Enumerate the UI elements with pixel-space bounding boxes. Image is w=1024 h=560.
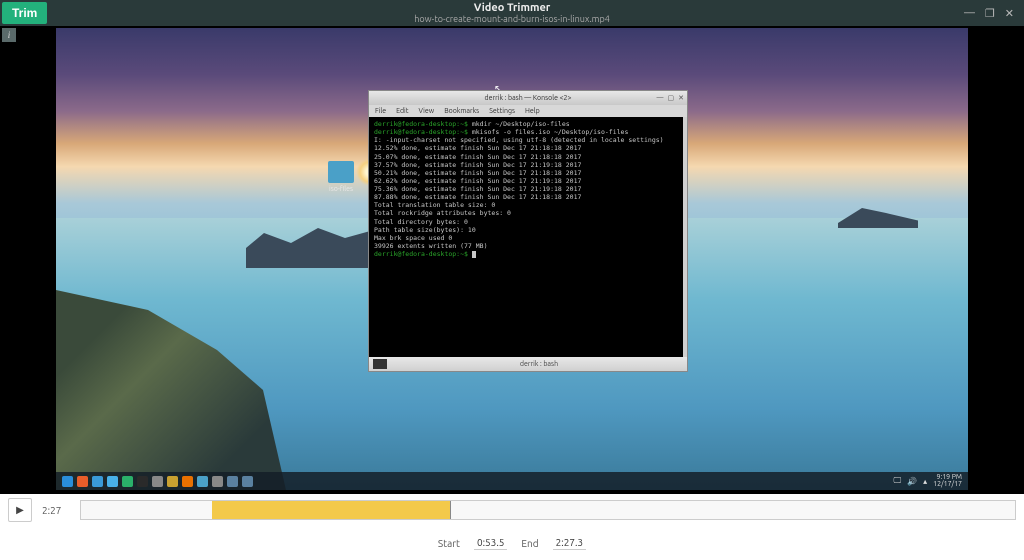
maximize-button[interactable]: ❐ [985, 7, 995, 20]
terminal-line: derrik@fedora-desktop:~$ mkisofs -o file… [374, 128, 678, 136]
taskbar-disc-icon [167, 476, 178, 487]
term-menu-settings: Settings [489, 107, 515, 115]
desktop-folder-iso: iso-files [328, 161, 354, 193]
terminal-cursor [472, 251, 476, 258]
new-tab-icon [373, 359, 387, 369]
start-label: Start [438, 538, 460, 549]
taskbar-win2-icon [242, 476, 253, 487]
folder-icon [328, 161, 354, 183]
window-controls: — ❐ ✕ [964, 7, 1024, 20]
end-label: End [521, 538, 538, 549]
trim-button[interactable]: Trim [2, 2, 47, 24]
taskbar-win1-icon [227, 476, 238, 487]
system-tray: 🖵 🔊 ▴ 9:19 PM 12/17/17 [893, 474, 962, 488]
taskbar-term-icon [152, 476, 163, 487]
play-button[interactable]: ▶ [8, 498, 32, 522]
terminal-menubar: File Edit View Bookmarks Settings Help [369, 105, 687, 117]
terminal-footer-label: derrik : bash [520, 360, 558, 368]
playhead[interactable] [450, 501, 451, 519]
taskbar-menu-icon [62, 476, 73, 487]
terminal-line: 12.52% done, estimate finish Sun Dec 17 … [374, 144, 678, 152]
term-menu-help: Help [525, 107, 540, 115]
video-frame: ↖ iso-files derrik : bash — Konsole <2> … [56, 28, 968, 490]
app-title: Video Trimmer [414, 2, 610, 14]
taskbar-folder-icon [197, 476, 208, 487]
taskbar-vlc-icon [182, 476, 193, 487]
taskbar: 🖵 🔊 ▴ 9:19 PM 12/17/17 [56, 472, 968, 490]
term-max-icon: ▢ [668, 94, 675, 102]
title-center: Video Trimmer how-to-create-mount-and-bu… [414, 2, 610, 24]
terminal-line: Total translation table size: 0 [374, 201, 678, 209]
terminal-line: Path table size(bytes): 10 [374, 226, 678, 234]
terminal-line: Max brk space used 0 [374, 234, 678, 242]
terminal-line: 75.36% done, estimate finish Sun Dec 17 … [374, 185, 678, 193]
trim-times: Start 0:53.5 End 2:27.3 [0, 526, 1024, 560]
taskbar-firefox-icon [77, 476, 88, 487]
terminal-line: 50.21% done, estimate finish Sun Dec 17 … [374, 169, 678, 177]
terminal-line: 62.62% done, estimate finish Sun Dec 17 … [374, 177, 678, 185]
taskbar-files-icon [92, 476, 103, 487]
terminal-title: derrik : bash — Konsole <2> [485, 94, 572, 102]
clock-date: 12/17/17 [933, 481, 962, 488]
playback-controls: ▶ 2:27 [0, 494, 1024, 526]
updates-icon: ▴ [923, 477, 927, 486]
terminal-output: derrik@fedora-desktop:~$ mkdir ~/Desktop… [369, 117, 687, 357]
taskbar-launchers [62, 476, 253, 487]
taskbar-mail-icon [107, 476, 118, 487]
start-time[interactable]: 0:53.5 [474, 536, 507, 550]
terminal-line: 39926 extents written (77 MB) [374, 242, 678, 250]
minimize-button[interactable]: — [964, 7, 975, 20]
trim-selection[interactable] [212, 501, 450, 519]
current-time: 2:27 [42, 505, 70, 516]
terminal-line: Total rockridge attributes bytes: 0 [374, 209, 678, 217]
terminal-titlebar: derrik : bash — Konsole <2> — ▢ ✕ [369, 91, 687, 105]
term-close-icon: ✕ [678, 94, 684, 102]
terminal-line: derrik@fedora-desktop:~$ mkdir ~/Desktop… [374, 120, 678, 128]
terminal-line: I: -input-charset not specified, using u… [374, 136, 678, 144]
term-min-icon: — [657, 94, 664, 102]
terminal-line: 37.57% done, estimate finish Sun Dec 17 … [374, 161, 678, 169]
clock: 9:19 PM 12/17/17 [933, 474, 962, 488]
terminal-window: derrik : bash — Konsole <2> — ▢ ✕ File Ed… [368, 90, 688, 372]
taskbar-music-icon [122, 476, 133, 487]
term-menu-file: File [375, 107, 386, 115]
terminal-line: Total directory bytes: 0 [374, 218, 678, 226]
taskbar-steam-icon [137, 476, 148, 487]
taskbar-trash-icon [212, 476, 223, 487]
folder-label: iso-files [328, 185, 354, 193]
timeline-track[interactable] [80, 500, 1016, 520]
titlebar: Trim Video Trimmer how-to-create-mount-a… [0, 0, 1024, 26]
term-menu-edit: Edit [396, 107, 408, 115]
file-name: how-to-create-mount-and-burn-isos-in-lin… [414, 14, 610, 24]
terminal-window-controls: — ▢ ✕ [657, 94, 684, 102]
end-time[interactable]: 2:27.3 [553, 536, 586, 550]
terminal-footer: derrik : bash [369, 357, 687, 371]
term-menu-bookmarks: Bookmarks [444, 107, 479, 115]
volume-icon: 🔊 [907, 477, 917, 486]
video-preview: i ↖ iso-files derrik : bash — Konsole <2… [0, 26, 1024, 494]
network-icon: 🖵 [893, 476, 901, 486]
term-menu-view: View [419, 107, 435, 115]
terminal-line: 87.88% done, estimate finish Sun Dec 17 … [374, 193, 678, 201]
close-button[interactable]: ✕ [1005, 7, 1014, 20]
terminal-line: derrik@fedora-desktop:~$ [374, 250, 678, 258]
info-icon[interactable]: i [2, 28, 16, 42]
terminal-line: 25.07% done, estimate finish Sun Dec 17 … [374, 153, 678, 161]
